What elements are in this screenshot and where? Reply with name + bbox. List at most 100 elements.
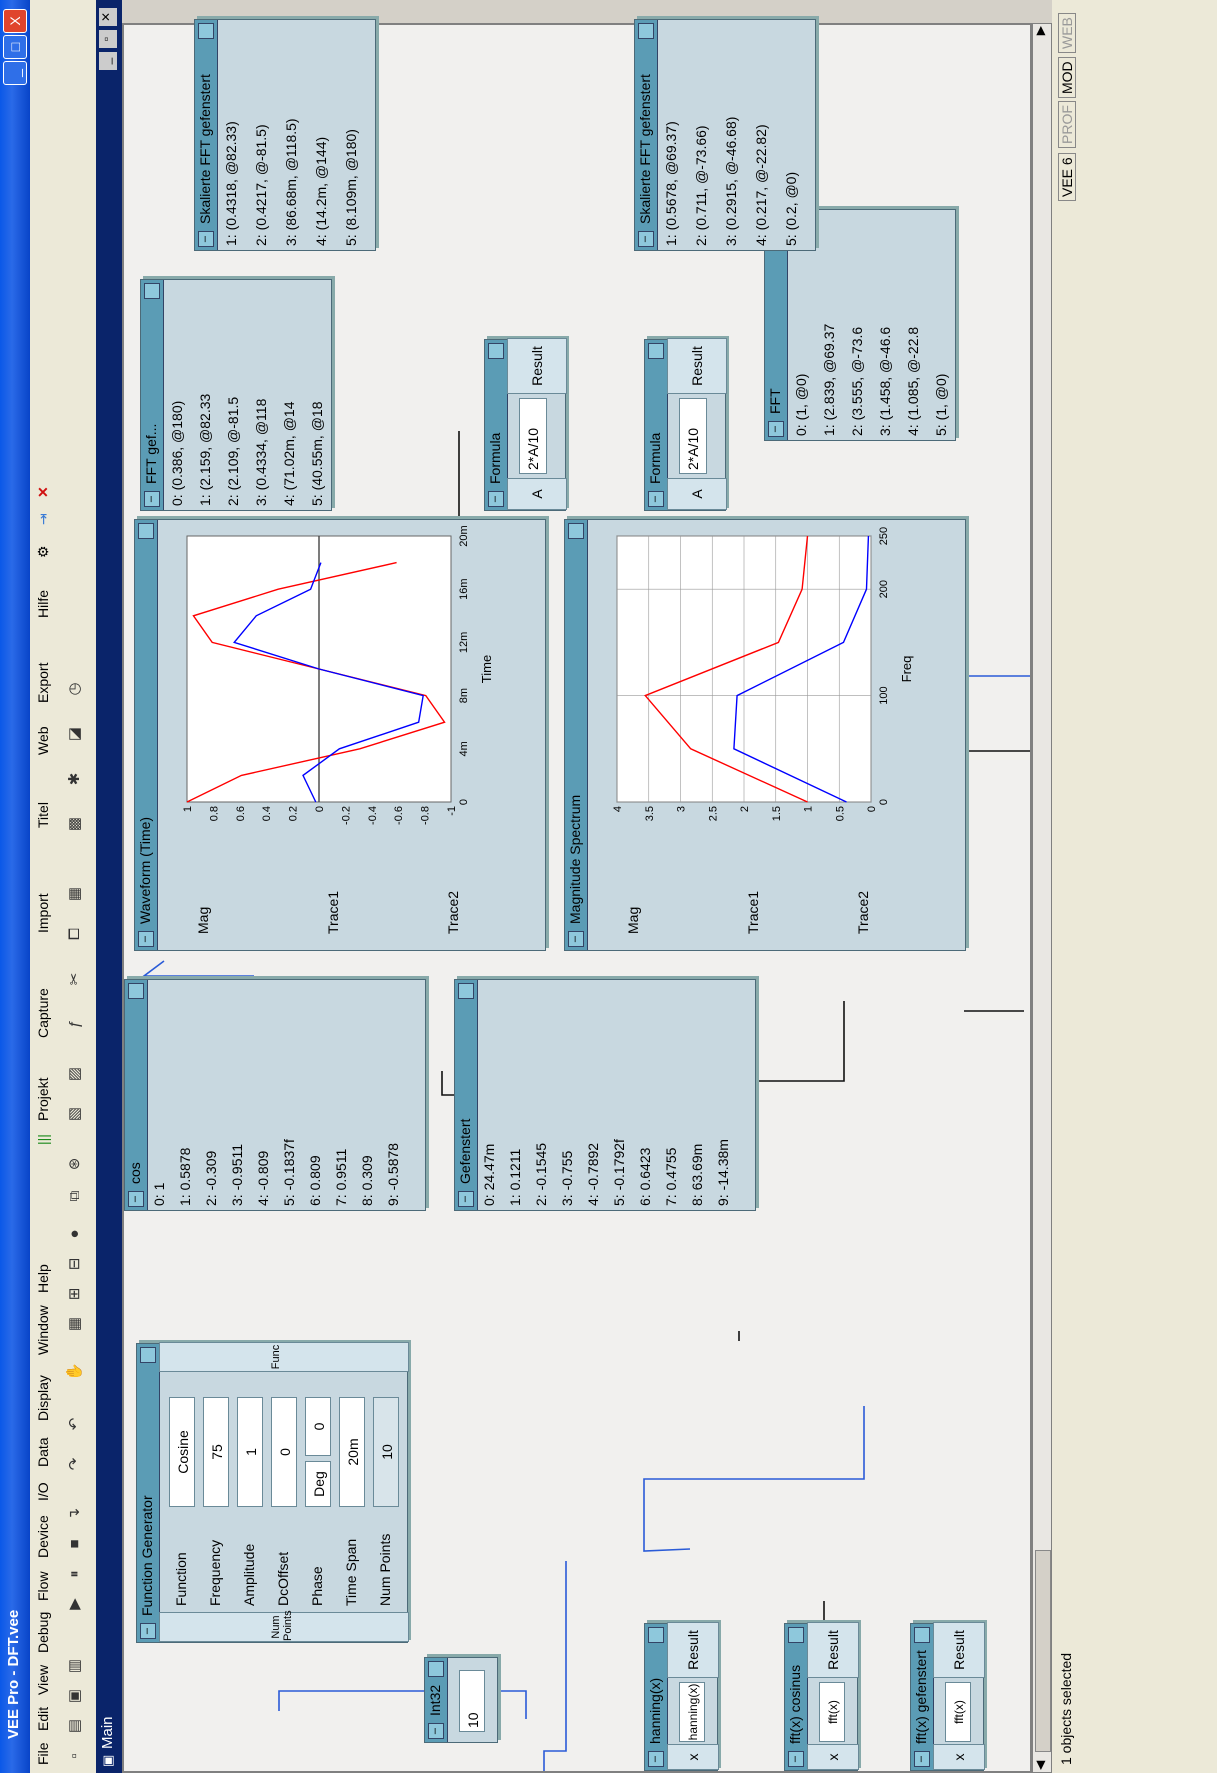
y-tick-label: 0.5 xyxy=(834,806,846,821)
close-toolbar-icon[interactable]: ✕ xyxy=(35,486,52,498)
scroll-right-icon[interactable]: ▶ xyxy=(1033,26,1047,35)
function-icon[interactable]: ƒ xyxy=(66,1015,84,1033)
funcgen-function-select[interactable]: Cosine xyxy=(169,1397,195,1507)
hanning-input-x: x xyxy=(667,1744,719,1770)
menu-hilfe[interactable]: Hilfe xyxy=(35,590,51,618)
menu-titel[interactable]: Titel xyxy=(35,802,51,828)
fft-row: 4: (1.085, @-22.8 xyxy=(905,326,921,436)
x-axis-label: Freq xyxy=(899,656,914,683)
fft-row: 2: (3.555, @-73.6 xyxy=(849,326,865,436)
fft-gef-row: 4: (71.02m, @14 xyxy=(281,401,297,507)
fft-cosinus-panel[interactable]: – fft(x) cosinus x fft(x) Result xyxy=(784,1622,859,1771)
skalierte-fft-2-panel[interactable]: – Skalierte FFT gefenstert 1: (0.5678, @6… xyxy=(634,19,816,251)
main-restore-button[interactable]: ▫ xyxy=(99,30,117,48)
formula1-expression[interactable]: 2*A/10 xyxy=(519,398,547,474)
maximize-button[interactable]: □ xyxy=(3,35,27,59)
status-text: 1 objects selected xyxy=(1058,1652,1074,1765)
scroll-thumb[interactable] xyxy=(1035,1550,1051,1752)
hand-icon[interactable]: ✋ xyxy=(66,1362,84,1381)
menu-capture[interactable]: Capture xyxy=(35,988,51,1038)
menu-debug[interactable]: Debug xyxy=(35,1612,51,1653)
menu-web[interactable]: Web xyxy=(35,726,51,755)
funcgen-phase-unit[interactable]: Deg xyxy=(305,1461,331,1507)
layout-icon[interactable]: ⊟ xyxy=(66,1255,84,1273)
funcgen-dcoffset-input[interactable]: 0 xyxy=(271,1397,297,1507)
paste-icon[interactable]: ▦ xyxy=(66,885,84,903)
menu-data[interactable]: Data xyxy=(35,1437,51,1467)
step-over-icon[interactable]: ↷ xyxy=(66,1455,84,1473)
panel-icon[interactable]: ▧ xyxy=(66,1105,84,1123)
arrow-icon[interactable]: ⇥ xyxy=(35,513,52,525)
fft-gef-row: 3: (0.4334, @118 xyxy=(253,398,269,506)
fft-gef-row: 0: (0.386, @180) xyxy=(169,400,185,506)
x-tick-label: 20m xyxy=(458,526,470,547)
funcgen-amplitude-input[interactable]: 1 xyxy=(237,1397,263,1507)
settings-icon[interactable]: ⚙ xyxy=(35,545,52,558)
hanning-expression[interactable]: hanning(x) xyxy=(679,1682,705,1742)
print-icon[interactable]: ▥ xyxy=(66,1657,84,1675)
workspace-canvas[interactable]: – Int32 10 – Function Generator Num Points… xyxy=(122,19,1032,1773)
binoculars-icon[interactable]: ⊛ xyxy=(66,1155,84,1173)
funcgen-frequency-input[interactable]: 75 xyxy=(203,1397,229,1507)
menu-edit[interactable]: Edit xyxy=(35,1707,51,1731)
int32-value[interactable]: 10 xyxy=(459,1670,485,1732)
fft-gef-list-panel[interactable]: – FFT gef... 0: (0.386, @180) 1: (2.159, … xyxy=(140,279,332,511)
pause-icon[interactable]: ⏸ xyxy=(66,1565,84,1583)
formula1-panel[interactable]: – Formula A 2*A/10 Result xyxy=(484,338,567,511)
new-icon[interactable]: ▫ xyxy=(66,1747,84,1765)
formula2-panel[interactable]: – Formula A 2*A/10 Result xyxy=(644,338,727,511)
find-icon[interactable]: ⧉ xyxy=(66,1187,84,1205)
calc-icon[interactable]: ▨ xyxy=(66,1065,84,1083)
fft-gefenstert-expression[interactable]: fft(x) xyxy=(945,1682,971,1742)
open-icon[interactable]: ▤ xyxy=(66,1717,84,1735)
hanning-panel[interactable]: – hanning(x) x hanning(x) Result xyxy=(644,1622,719,1771)
funcgen-phase-input[interactable]: 0 xyxy=(305,1397,331,1456)
menu-display[interactable]: Display xyxy=(35,1375,51,1421)
funcgen-timespan-input[interactable]: 20m xyxy=(339,1397,365,1507)
menu-file[interactable]: File xyxy=(35,1742,51,1765)
step-into-icon[interactable]: ↴ xyxy=(66,1505,84,1523)
x-tick-label: 4m xyxy=(458,741,470,756)
copy-icon[interactable]: ⧠ xyxy=(66,925,84,943)
int32-panel[interactable]: – Int32 10 xyxy=(424,1657,498,1743)
scroll-left-icon[interactable]: ◀ xyxy=(1033,1761,1047,1770)
menu-help[interactable]: Help xyxy=(35,1264,51,1293)
formula2-expression[interactable]: 2*A/10 xyxy=(679,398,707,474)
menu-io[interactable]: I/O xyxy=(35,1482,51,1501)
skalierte-fft-1-panel[interactable]: – Skalierte FFT gefenstert 1: (0.4318, @8… xyxy=(194,19,376,251)
menu-window[interactable]: Window xyxy=(35,1305,51,1355)
probe-icon[interactable]: ✱ xyxy=(66,770,84,788)
globe-icon[interactable]: ● xyxy=(66,1225,84,1243)
cos-list-panel[interactable]: – cos 0: 1 1: 0.5878 2: -0.309 3: -0.9511… xyxy=(124,979,426,1211)
grid-icon[interactable]: ▦ xyxy=(66,1315,84,1333)
menu-projekt[interactable]: Projekt xyxy=(35,1077,51,1121)
waveform-trace2-label: Trace2 xyxy=(445,890,461,934)
waveform-chart: 1 0.8 0.6 0.4 0.2 0 -0.2 -0.4 -0.6 -0.8 -104m8m12m… xyxy=(182,526,494,825)
menu-view[interactable]: View xyxy=(35,1665,51,1695)
timer-icon[interactable]: ◷ xyxy=(66,680,84,698)
main-minimize-button[interactable]: _ xyxy=(99,52,117,70)
cut-icon[interactable]: ✂ xyxy=(66,970,84,988)
gefenstert-list-panel[interactable]: – Gefenstert 0: 24.47m 1: 0.1211 2: -0.15… xyxy=(454,979,756,1211)
menu-export[interactable]: Export xyxy=(35,663,51,703)
close-button[interactable]: X xyxy=(3,9,27,33)
save-icon[interactable]: ▣ xyxy=(66,1687,84,1705)
gef-row: 3: -0.755 xyxy=(559,1150,575,1206)
function-generator-panel[interactable]: – Function Generator Num Points Func Func… xyxy=(136,1342,409,1643)
menu-import[interactable]: Import xyxy=(35,893,51,933)
fft-gefenstert-panel[interactable]: – fft(x) gefenstert x fft(x) Result xyxy=(910,1622,985,1771)
horizontal-scrollbar[interactable]: ◀ ▶ xyxy=(1032,23,1052,1773)
waveform-panel[interactable]: – Waveform (Time) Mag Trace1 Trace2 1 0.8 0… xyxy=(134,519,546,951)
main-close-button[interactable]: ✕ xyxy=(99,8,117,26)
spectrum-panel[interactable]: – Magnitude Spectrum Mag Trace1 Trace2 43… xyxy=(564,519,966,951)
stop-icon[interactable]: ■ xyxy=(66,1535,84,1553)
menu-flow[interactable]: Flow xyxy=(35,1571,51,1601)
step-out-icon[interactable]: ↶ xyxy=(66,1415,84,1433)
properties-icon[interactable]: ▩ xyxy=(66,815,84,833)
menu-device[interactable]: Device xyxy=(35,1515,51,1558)
run-icon[interactable]: ▶ xyxy=(66,1595,84,1613)
align-icon[interactable]: ⊞ xyxy=(66,1285,84,1303)
chart-icon[interactable]: ◪ xyxy=(66,725,84,743)
minimize-button[interactable]: _ xyxy=(3,61,27,85)
fft-cosinus-expression[interactable]: fft(x) xyxy=(819,1682,845,1742)
